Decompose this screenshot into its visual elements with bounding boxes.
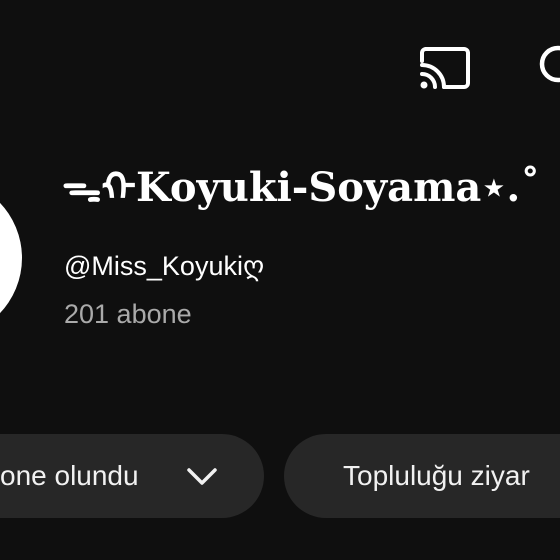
subscribed-label: one olundu (0, 460, 139, 491)
channel-name: ᯓᡣKoyuki-Soyama⋆.˚ (62, 164, 541, 211)
cast-button[interactable] (414, 40, 474, 94)
channel-screen: ᯓᡣKoyuki-Soyama⋆.˚ @Miss_Koyukiღ 201 abo… (0, 0, 560, 560)
visit-community-button[interactable]: Topluluğu ziyar (284, 434, 560, 518)
search-icon (539, 45, 560, 83)
visit-community-label: Topluluğu ziyar (343, 460, 530, 491)
channel-avatar[interactable] (0, 178, 22, 338)
channel-handle: @Miss_Koyukiღ (64, 251, 265, 281)
subscribed-button[interactable]: one olundu (0, 434, 264, 518)
cast-icon (420, 47, 470, 89)
subscriber-count: 201 abone (64, 299, 192, 329)
chevron-down-icon (187, 468, 217, 485)
search-button[interactable] (530, 40, 560, 94)
